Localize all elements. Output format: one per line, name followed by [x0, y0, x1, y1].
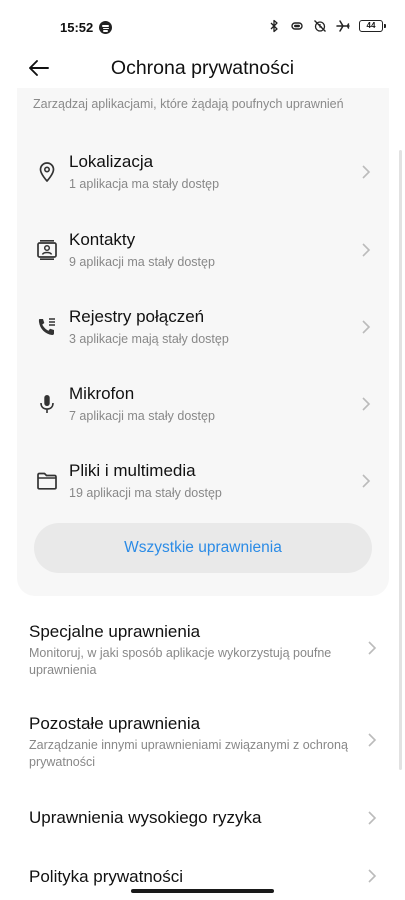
permission-title: Mikrofon — [69, 384, 135, 403]
permissions-card: Zarządzaj aplikacjami, które żądają pouf… — [17, 88, 389, 596]
other-permissions-item[interactable]: Pozostałe uprawnienia Zarządzanie innymi… — [0, 710, 405, 776]
list-item-title: Polityka prywatności — [29, 867, 184, 886]
list-item-title: Specjalne uprawnienia — [29, 622, 201, 641]
spotify-icon — [99, 21, 112, 34]
chevron-right-icon — [368, 641, 377, 655]
permission-subtitle: 1 aplikacja ma stały dostęp — [69, 177, 220, 191]
chevron-right-icon — [362, 243, 371, 257]
all-permissions-button[interactable]: Wszystkie uprawnienia — [34, 523, 372, 573]
permission-item-call-logs[interactable]: Rejestry połączeń 3 aplikacje mają stały… — [17, 301, 389, 363]
airplane-mode-icon — [336, 20, 350, 32]
app-header: Ochrona prywatności — [0, 48, 405, 88]
permission-item-contacts[interactable]: Kontakty 9 aplikacji ma stały dostęp — [17, 224, 389, 286]
permission-item-files[interactable]: Pliki i multimedia 19 aplikacji ma stały… — [17, 455, 389, 517]
microphone-icon — [40, 395, 54, 413]
folder-icon — [37, 472, 57, 490]
permission-title: Lokalizacja — [69, 152, 154, 171]
battery-icon: 44 — [359, 20, 386, 32]
list-item-description: Monitoruj, w jaki sposób aplikacje wykor… — [29, 646, 332, 677]
chevron-right-icon — [362, 474, 371, 488]
card-subtitle: Zarządzaj aplikacjami, które żądają pouf… — [33, 97, 344, 111]
call-log-icon — [38, 318, 55, 336]
scrollbar[interactable] — [399, 150, 402, 770]
chevron-right-icon — [362, 165, 371, 179]
alarm-off-icon — [314, 20, 326, 32]
permission-title: Kontakty — [69, 230, 136, 249]
permission-title: Rejestry połączeń — [69, 307, 205, 326]
location-icon — [39, 162, 55, 182]
status-icons: 44 — [267, 19, 386, 33]
permission-subtitle: 9 aplikacji ma stały dostęp — [69, 255, 215, 269]
contacts-icon — [37, 240, 57, 260]
list-item-title: Uprawnienia wysokiego ryzyka — [29, 808, 262, 827]
chevron-right-icon — [368, 811, 377, 825]
page-title: Ochrona prywatności — [110, 57, 295, 79]
list-item-title: Pozostałe uprawnienia — [29, 714, 201, 733]
bluetooth-icon — [270, 19, 278, 33]
permission-subtitle: 3 aplikacje mają stały dostęp — [69, 332, 229, 346]
permission-subtitle: 7 aplikacji ma stały dostęp — [69, 409, 215, 423]
list-item-description: Zarządzanie innymi uprawnieniami związan… — [29, 738, 348, 769]
status-bar: 15:52 44 — [0, 0, 405, 40]
status-time: 15:52 — [60, 20, 94, 35]
chevron-right-icon — [368, 869, 377, 883]
permission-item-location[interactable]: Lokalizacja 1 aplikacja ma stały dostęp — [17, 146, 389, 208]
special-permissions-item[interactable]: Specjalne uprawnienia Monitoruj, w jaki … — [0, 618, 405, 684]
chevron-right-icon — [362, 397, 371, 411]
chevron-right-icon — [362, 320, 371, 334]
chevron-right-icon — [368, 733, 377, 747]
permission-item-microphone[interactable]: Mikrofon 7 aplikacji ma stały dostęp — [17, 378, 389, 440]
permission-title: Pliki i multimedia — [69, 461, 196, 480]
permission-subtitle: 19 aplikacji ma stały dostęp — [69, 486, 222, 500]
home-indicator[interactable] — [131, 889, 274, 893]
vibrate-icon — [291, 22, 303, 30]
high-risk-permissions-item[interactable]: Uprawnienia wysokiego ryzyka — [0, 798, 405, 838]
